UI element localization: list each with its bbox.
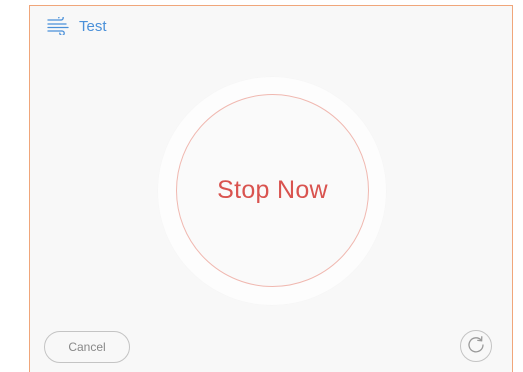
refresh-icon <box>466 334 486 359</box>
test-panel: Test Stop Now Cancel <box>29 5 513 372</box>
stop-now-label: Stop Now <box>217 176 328 204</box>
refresh-button[interactable] <box>460 330 492 362</box>
header: Test <box>47 14 107 37</box>
page-title: Test <box>79 17 107 35</box>
cancel-label: Cancel <box>68 340 106 354</box>
cancel-button[interactable]: Cancel <box>44 331 130 363</box>
wind-icon <box>47 14 69 37</box>
stop-now-button[interactable]: Stop Now <box>176 94 369 287</box>
